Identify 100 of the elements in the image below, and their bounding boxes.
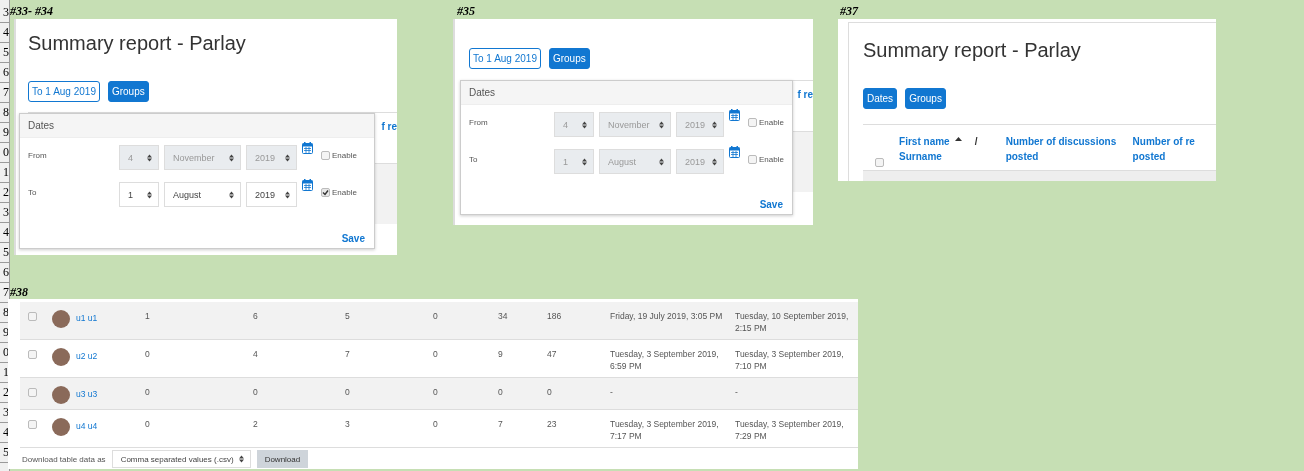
- select-field[interactable]: 2019: [676, 149, 724, 174]
- checkbox[interactable]: [321, 188, 330, 197]
- avatar: [52, 310, 70, 328]
- table-cell-text: 0: [145, 348, 151, 361]
- select-field[interactable]: 4: [554, 112, 594, 137]
- sort-arrows-icon: [659, 120, 664, 129]
- table-cell-text: 3: [345, 418, 351, 431]
- user-link[interactable]: u3 u3: [76, 386, 98, 400]
- sort-arrows-icon: [712, 157, 717, 166]
- select-field[interactable]: 2019: [246, 182, 297, 207]
- column-header[interactable]: Number of discussions posted: [1005, 134, 1133, 164]
- select-field[interactable]: November: [599, 112, 671, 137]
- field-label: To: [27, 187, 38, 197]
- user-link[interactable]: u4 u4: [76, 418, 98, 432]
- table-cell-text: 7: [345, 348, 351, 361]
- sort-arrows-icon: [712, 120, 717, 129]
- checkbox[interactable]: [28, 388, 37, 397]
- snapshot-label: #33- #34: [10, 4, 53, 19]
- table-cell-text: 0: [433, 386, 439, 399]
- sort-arrows-icon: [285, 190, 290, 199]
- table-cell-text: Tuesday, 3 September 2019, 7:29 PM: [735, 418, 845, 442]
- sort-arrows-icon: [659, 157, 664, 166]
- check-icon: [322, 189, 329, 196]
- calendar-icon: [729, 109, 740, 121]
- save-link[interactable]: Save: [341, 233, 374, 248]
- sort-arrows-icon: [147, 190, 152, 199]
- checkbox[interactable]: [28, 312, 37, 321]
- row-number: 8: [0, 103, 9, 123]
- column-header[interactable]: f re: [381, 121, 397, 132]
- page-title: Summary report - Parlay: [862, 38, 1082, 63]
- column-separator: /: [973, 135, 978, 149]
- select-field[interactable]: 1: [119, 182, 159, 207]
- checkbox[interactable]: [28, 350, 37, 359]
- table-cell-text: Friday, 19 July 2019, 3:05 PM: [610, 310, 724, 323]
- select-field[interactable]: 2019: [676, 112, 724, 137]
- field-label: To: [468, 154, 479, 164]
- column-header[interactable]: First name: [899, 134, 950, 149]
- filter-button[interactable]: Groups: [107, 81, 149, 102]
- row-number: 6: [0, 63, 9, 83]
- snapshot-label: #38: [10, 285, 28, 300]
- format-select[interactable]: Comma separated values (.csv): [111, 450, 251, 468]
- sort-arrows-icon: [582, 120, 587, 129]
- checkbox-label: Enable: [759, 118, 784, 127]
- row-number: 5: [0, 43, 9, 63]
- calendar-icon: [729, 146, 740, 158]
- table-cell-text: 34: [498, 310, 509, 323]
- checkbox[interactable]: [748, 155, 757, 164]
- download-label: Download table data as: [22, 454, 106, 464]
- checkbox[interactable]: [28, 420, 37, 429]
- table-cell-text: 2: [253, 418, 259, 431]
- filter-button[interactable]: Groups: [905, 88, 946, 109]
- sort-arrows-icon: [582, 157, 587, 166]
- select-field[interactable]: August: [599, 149, 671, 174]
- table-cell-text: 0: [253, 386, 259, 399]
- table-cell-text: -: [610, 386, 614, 399]
- filter-button[interactable]: To 1 Aug 2019: [469, 48, 541, 69]
- table-cell-text: 186: [547, 310, 563, 323]
- checkbox[interactable]: [321, 151, 330, 160]
- table-cell-text: 0: [498, 386, 504, 399]
- checkbox[interactable]: [748, 118, 757, 127]
- select-field[interactable]: 1: [554, 149, 594, 174]
- filter-button[interactable]: Dates: [863, 88, 898, 109]
- field-label: From: [468, 117, 489, 127]
- popup-heading: Dates: [461, 81, 792, 105]
- table-cell-text: 5: [345, 310, 351, 323]
- filter-button[interactable]: To 1 Aug 2019: [28, 81, 100, 102]
- checkbox[interactable]: [875, 158, 884, 167]
- row-number: 6: [0, 263, 9, 283]
- table-cell-text: 0: [145, 418, 151, 431]
- select-field[interactable]: 2019: [246, 145, 297, 170]
- table-cell-text: 47: [547, 348, 558, 361]
- user-link[interactable]: u1 u1: [76, 310, 98, 324]
- table-cell-text: 0: [547, 386, 553, 399]
- save-link[interactable]: Save: [759, 199, 792, 214]
- calendar-icon: [302, 142, 313, 154]
- column-header[interactable]: Number of re: [1132, 134, 1195, 149]
- column-header[interactable]: posted: [1132, 149, 1216, 164]
- select-field[interactable]: 4: [119, 145, 159, 170]
- column-header[interactable]: f re: [797, 89, 813, 100]
- download-button[interactable]: Download: [256, 450, 309, 468]
- filter-button[interactable]: Groups: [548, 48, 590, 69]
- checkbox-label: Enable: [332, 151, 357, 160]
- table-cell-text: -: [735, 386, 739, 399]
- table-cell-text: 0: [433, 310, 439, 323]
- select-field[interactable]: August: [164, 182, 241, 207]
- table-cell-text: Tuesday, 3 September 2019, 7:10 PM: [735, 348, 845, 372]
- column-header[interactable]: Surname: [899, 149, 1006, 164]
- row-number: 7: [0, 83, 9, 103]
- table-cell-text: 4: [253, 348, 259, 361]
- user-link[interactable]: u2 u2: [76, 348, 98, 362]
- table-cell-text: 0: [433, 348, 439, 361]
- table-cell-text: 0: [433, 418, 439, 431]
- row-number: 3: [0, 3, 9, 23]
- table-cell-text: 6: [253, 310, 259, 323]
- table-cell-text: 7: [498, 418, 504, 431]
- select-field[interactable]: November: [164, 145, 241, 170]
- field-label: From: [27, 150, 48, 160]
- sort-arrows-icon: [229, 153, 234, 162]
- row-number: 3: [0, 203, 9, 223]
- row-number: 4: [0, 223, 9, 243]
